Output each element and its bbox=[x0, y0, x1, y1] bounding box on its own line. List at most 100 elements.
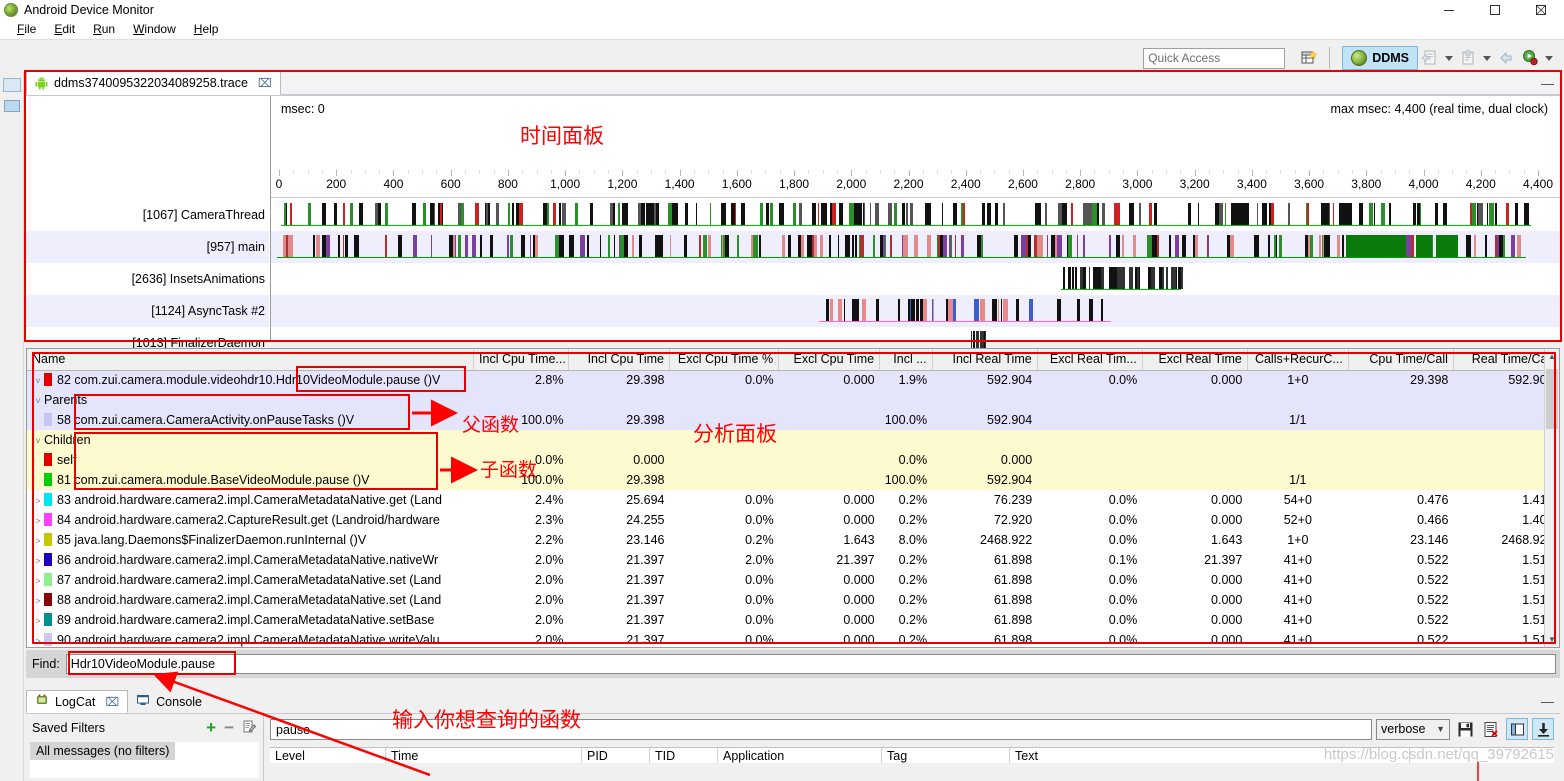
dropdown-caret-icon[interactable] bbox=[1445, 55, 1453, 61]
plus-icon[interactable]: + bbox=[206, 718, 216, 738]
axis-minor-tick bbox=[579, 170, 581, 173]
table-row[interactable]: ˃ 88 android.hardware.camera2.impl.Camera… bbox=[27, 590, 1559, 610]
thread-label-row[interactable]: [2636] InsetsAnimations bbox=[26, 263, 269, 295]
dropdown-caret-icon[interactable] bbox=[1483, 55, 1491, 61]
back-icon[interactable] bbox=[1494, 46, 1518, 70]
expand-toggle[interactable]: ˃ bbox=[32, 576, 44, 586]
table-row[interactable]: ˃ 85 java.lang.Daemons$FinalizerDaemon.ru… bbox=[27, 530, 1559, 550]
new-perspective-icon[interactable] bbox=[1297, 46, 1321, 70]
minimize-button[interactable] bbox=[1426, 0, 1472, 20]
table-row[interactable]: ˅ Children bbox=[27, 430, 1559, 450]
edit-icon[interactable] bbox=[242, 719, 257, 737]
column-header[interactable]: Excl Real Time bbox=[1142, 349, 1248, 371]
tab-trace-file[interactable]: ddms3740095322034089258.trace ⌧ bbox=[26, 71, 281, 95]
expand-toggle[interactable]: ˃ bbox=[32, 636, 44, 646]
logcat-column-level[interactable]: Level bbox=[270, 748, 386, 763]
menu-edit[interactable]: Edit bbox=[45, 20, 84, 39]
scroll-down-icon[interactable]: ▼ bbox=[1545, 632, 1559, 647]
minimize-icon[interactable]: — bbox=[1541, 694, 1554, 709]
thread-label-row[interactable]: [1067] CameraThread bbox=[26, 199, 269, 231]
table-row[interactable]: ˅ 82 com.zui.camera.module.videohdr10.Hdr… bbox=[27, 370, 1559, 390]
table-row[interactable]: ˃ 89 android.hardware.camera2.impl.Camera… bbox=[27, 610, 1559, 630]
save-icon[interactable] bbox=[1454, 718, 1476, 740]
expand-toggle[interactable]: ˃ bbox=[32, 536, 44, 546]
column-header[interactable]: Cpu Time/Call bbox=[1348, 349, 1454, 371]
thread-label-row[interactable]: [957] main bbox=[26, 231, 269, 263]
table-row[interactable]: ˅ Parents bbox=[27, 390, 1559, 410]
table-row[interactable]: ˃ 90 android.hardware.camera2.impl.Camera… bbox=[27, 630, 1559, 650]
expand-toggle[interactable]: ˃ bbox=[32, 496, 44, 506]
column-header[interactable]: Name bbox=[27, 349, 475, 371]
expand-toggle[interactable]: ˅ bbox=[32, 376, 44, 386]
column-header[interactable]: Real Time/Call bbox=[1453, 349, 1560, 371]
quick-access-input[interactable]: Quick Access bbox=[1143, 47, 1286, 69]
column-header[interactable]: Excl Cpu Time % bbox=[669, 349, 780, 371]
expand-toggle[interactable]: ˃ bbox=[32, 616, 44, 626]
expand-toggle[interactable]: ˃ bbox=[32, 516, 44, 526]
find-input[interactable]: Hdr10VideoModule.pause bbox=[65, 654, 1556, 674]
expand-toggle[interactable]: ˃ bbox=[32, 596, 44, 606]
scroll-up-icon[interactable]: ▲ bbox=[1545, 349, 1559, 364]
log-level-select[interactable]: verbose ▼ bbox=[1376, 718, 1450, 740]
expand-toggle[interactable]: ˅ bbox=[32, 396, 44, 406]
open-file-icon[interactable] bbox=[1418, 46, 1442, 70]
logcat-column-application[interactable]: Application bbox=[718, 748, 882, 763]
devices-view-icon[interactable] bbox=[2, 78, 21, 92]
table-row[interactable]: 81 com.zui.camera.module.BaseVideoModule… bbox=[27, 470, 1559, 490]
table-row[interactable]: ˃ 86 android.hardware.camera2.impl.Camera… bbox=[27, 550, 1559, 570]
export-icon[interactable] bbox=[1456, 46, 1480, 70]
saved-filters-list[interactable]: All messages (no filters) bbox=[30, 742, 259, 778]
thread-label-row[interactable]: [1124] AsyncTask #2 bbox=[26, 295, 269, 327]
maximize-button[interactable] bbox=[1472, 0, 1518, 20]
logcat-column-pid[interactable]: PID bbox=[582, 748, 650, 763]
debug-icon[interactable] bbox=[1518, 46, 1542, 70]
tab-logcat[interactable]: LogCat ⌧ bbox=[26, 690, 129, 713]
table-row[interactable]: ˃ 83 android.hardware.camera2.impl.Camera… bbox=[27, 490, 1559, 510]
close-icon[interactable]: ⌧ bbox=[105, 695, 119, 709]
thread-track-row[interactable] bbox=[271, 263, 1560, 295]
column-header[interactable]: Incl Real Time bbox=[932, 349, 1038, 371]
menu-help[interactable]: Help bbox=[185, 20, 228, 39]
column-header[interactable]: Incl Cpu Time bbox=[568, 349, 670, 371]
minimize-icon[interactable]: — bbox=[1541, 76, 1554, 91]
cell-incl-real: 592.904 bbox=[987, 413, 1033, 427]
thread-track-row[interactable] bbox=[271, 295, 1560, 327]
axis-minor-tick bbox=[636, 170, 638, 173]
menu-file[interactable]: File bbox=[8, 20, 45, 39]
filter-item-all-messages[interactable]: All messages (no filters) bbox=[30, 742, 176, 760]
logcat-column-time[interactable]: Time bbox=[386, 748, 582, 763]
logcat-column-tid[interactable]: TID bbox=[650, 748, 718, 763]
dropdown-caret-icon[interactable] bbox=[1545, 55, 1553, 61]
column-header[interactable]: Excl Real Tim... bbox=[1037, 349, 1143, 371]
minus-icon[interactable]: − bbox=[224, 718, 234, 738]
emulator-control-icon[interactable] bbox=[3, 100, 20, 112]
trace-segment bbox=[1407, 235, 1412, 257]
cell-calls: 1+0 bbox=[1287, 533, 1309, 547]
logcat-column-tag[interactable]: Tag bbox=[882, 748, 1010, 763]
table-row[interactable]: ˃ 87 android.hardware.camera2.impl.Camera… bbox=[27, 570, 1559, 590]
thread-track-row[interactable] bbox=[271, 231, 1560, 263]
close-icon[interactable]: ⌧ bbox=[258, 76, 272, 90]
expand-toggle[interactable]: ˃ bbox=[32, 556, 44, 566]
column-header[interactable]: Incl Cpu Time... bbox=[473, 349, 569, 371]
thread-track-row[interactable] bbox=[271, 199, 1560, 231]
expand-toggle[interactable]: ˅ bbox=[32, 436, 44, 446]
clear-log-icon[interactable] bbox=[1480, 718, 1502, 740]
table-row[interactable]: 58 com.zui.camera.CameraActivity.onPause… bbox=[27, 410, 1559, 430]
scrollbar-thumb[interactable] bbox=[1546, 369, 1558, 429]
display-layout-icon[interactable] bbox=[1506, 718, 1528, 740]
column-header[interactable]: Calls+RecurC... bbox=[1247, 349, 1349, 371]
axis-minor-tick bbox=[1294, 170, 1296, 173]
table-row[interactable]: self 0.0% 0.000 0.0% 0.000 bbox=[27, 450, 1559, 470]
column-header[interactable]: Excl Cpu Time bbox=[778, 349, 881, 371]
profile-vertical-scrollbar[interactable]: ▲ ▼ bbox=[1544, 349, 1559, 647]
menu-window[interactable]: Window bbox=[124, 20, 185, 39]
close-button[interactable] bbox=[1518, 0, 1564, 20]
column-header[interactable]: Incl ... bbox=[879, 349, 933, 371]
ddms-perspective-button[interactable]: DDMS bbox=[1342, 46, 1418, 70]
menu-run[interactable]: Run bbox=[84, 20, 124, 39]
scroll-lock-icon[interactable] bbox=[1532, 718, 1554, 740]
table-row[interactable]: ˃ 84 android.hardware.camera2.CaptureResu… bbox=[27, 510, 1559, 530]
row-name: 84 android.hardware.camera2.CaptureResul… bbox=[57, 513, 440, 527]
tab-console[interactable]: Console bbox=[128, 690, 210, 713]
